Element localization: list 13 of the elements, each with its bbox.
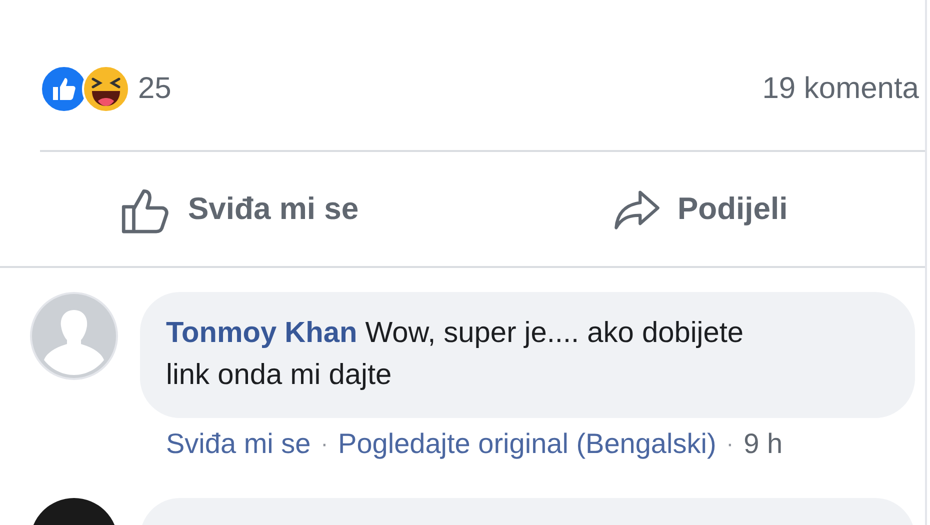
separator-dot: · — [320, 431, 328, 457]
avatar-silhouette-icon[interactable] — [30, 292, 118, 380]
comment-action-link[interactable]: Sviđa mi se — [166, 428, 311, 460]
laughing-emoji-icon — [82, 65, 130, 113]
comment-count[interactable]: 19 komenta — [762, 72, 919, 106]
comment-text: Tonmoy Khan Wow, super je.... ako dobijete link onda mi dajte — [166, 316, 745, 393]
comment-time[interactable]: 9 h — [744, 428, 783, 460]
author-link[interactable]: Tonmoy Khan — [166, 317, 358, 349]
like-button[interactable]: Sviđa mi se — [40, 152, 432, 266]
comment-action-link[interactable]: Pogledajte original (Bengalski) — [338, 428, 716, 460]
reaction-count[interactable]: 25 — [138, 72, 172, 106]
share-button[interactable]: Podijeli — [432, 152, 925, 266]
separator-dot: · — [726, 431, 734, 457]
